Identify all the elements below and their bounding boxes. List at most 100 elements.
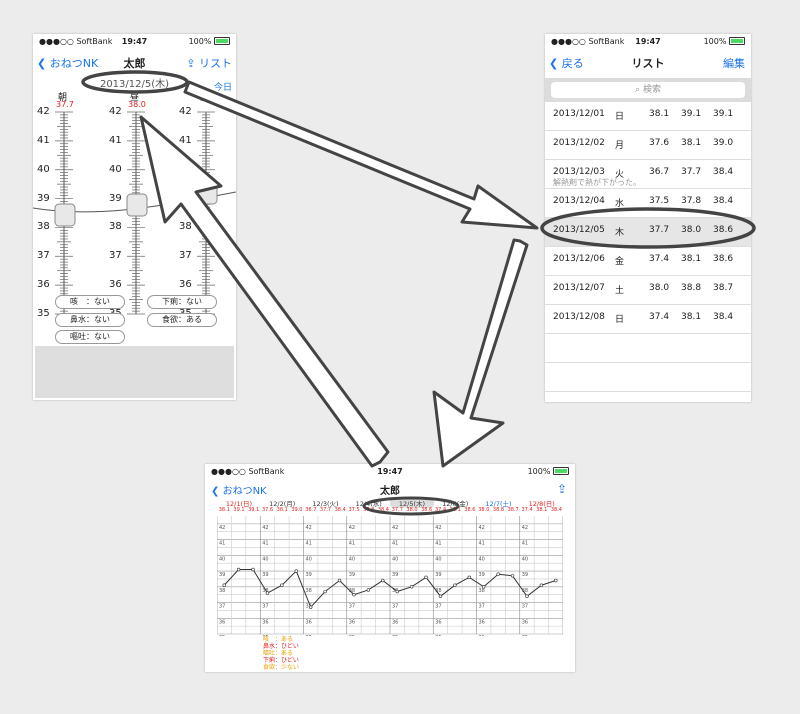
day-values: 37.4 38.1 38.4 <box>520 507 564 513</box>
thermometer-scales[interactable] <box>33 108 236 318</box>
search-icon: ⌕ <box>635 85 641 95</box>
table-row[interactable]: 2013/12/02 月 37.6 38.1 39.0 <box>545 131 751 160</box>
scale-tick-label: 39 <box>109 192 122 204</box>
search-input[interactable]: ⌕ 検索 <box>551 82 745 98</box>
row-d: 39.1 <box>681 109 702 119</box>
scale-tick-label: 42 <box>37 106 50 117</box>
scale-tick-label: 38 <box>37 221 50 233</box>
battery-icon <box>729 37 745 45</box>
grid-tick-label: 39 <box>262 572 268 578</box>
scale-tick-label: 40 <box>37 163 50 175</box>
grid-tick-label: 42 <box>306 525 312 531</box>
list-button[interactable]: ⇪ リスト <box>186 55 232 71</box>
row-m: 37.4 <box>649 312 670 322</box>
grid-tick-label: 41 <box>219 541 225 547</box>
scale-tick-label: 35 <box>37 308 50 319</box>
grid-tick-label: 40 <box>219 556 225 562</box>
row-dow: 土 <box>615 286 625 296</box>
temperature-point <box>453 583 457 587</box>
temperature-point <box>496 572 500 576</box>
date-label[interactable]: 2013/12/5(木) <box>33 75 236 90</box>
share-icon[interactable]: ⇪ <box>557 482 567 496</box>
temperature-point <box>395 589 399 594</box>
table-row[interactable]: 2013/12/05 木 37.7 38.0 38.6 <box>545 218 751 247</box>
grid-tick-label: 38 <box>219 588 225 594</box>
grid-tick-label: 39 <box>219 572 225 578</box>
temperature-chart: 42 41 40 39 38 37 36 35 42 41 40 39 38 37 36 35 42 41 40 39… <box>217 516 563 636</box>
status-bar: ●●●○○ SoftBank 19:47 100% <box>33 34 236 48</box>
empty-row <box>545 392 751 402</box>
day-values: 38.0 38.8 38.7 <box>477 507 521 513</box>
battery-icon <box>214 37 230 45</box>
day-value: 38.1 <box>276 507 288 513</box>
arrow-down-icon <box>432 238 529 468</box>
grid-tick-label: 40 <box>262 556 268 562</box>
scale-tick-label: 38 <box>179 221 192 233</box>
screen-list: ●●●○○ SoftBank 19:47 100% ❮ 戻る リスト 編集 ⌕ … <box>545 34 751 402</box>
grid-tick-label: 37 <box>219 604 225 610</box>
scale-tick-label: 37 <box>109 250 122 262</box>
temperature-point <box>366 588 371 592</box>
share-icon: ⇪ <box>186 57 196 70</box>
edit-button[interactable]: 編集 <box>723 55 745 71</box>
scale-tick-label: 36 <box>109 279 122 291</box>
symptom-vomit[interactable]: 嘔吐：ない <box>55 330 125 344</box>
row-d: 38.1 <box>681 254 702 264</box>
temperature-point <box>222 583 226 587</box>
day-value: 37.8 <box>363 507 375 513</box>
period-night: 夜 <box>199 93 209 103</box>
row-d: 38.8 <box>681 283 702 293</box>
grid-tick-label: 35 <box>219 635 225 636</box>
day-value: 38.6 <box>421 507 433 513</box>
day-values: 38.1 39.1 39.1 <box>217 507 261 513</box>
table-row[interactable]: 2013/12/06 金 37.4 38.1 38.6 <box>545 247 751 276</box>
scale-tick-label: 40 <box>109 163 122 175</box>
grid-tick-label: 37 <box>522 604 528 610</box>
row-n: 38.4 <box>713 167 734 177</box>
day-value: 38.4 <box>334 507 346 513</box>
row-dow: 月 <box>615 141 625 151</box>
row-m: 38.0 <box>649 283 670 293</box>
grid-tick-label: 42 <box>219 525 225 531</box>
row-dow: 日 <box>615 112 625 122</box>
scale-tick-label: 38 <box>109 221 122 233</box>
scale-tick-label: 36 <box>179 279 192 291</box>
table-row[interactable]: 2013/12/03 火 36.7 37.7 38.4 解熱剤で熱が下がった。 <box>545 160 751 189</box>
grid-tick-label: 40 <box>435 556 441 562</box>
grid-tick-label: 39 <box>392 572 398 578</box>
temperature-point <box>265 591 270 595</box>
temperature-point <box>236 567 241 572</box>
day-value: 38.1 <box>218 507 230 513</box>
grid-tick-label: 36 <box>262 619 268 625</box>
day-values: 37.6 38.1 39.0 <box>260 507 304 513</box>
scale-tick-label: 37 <box>37 250 50 262</box>
day-value: 38.8 <box>492 507 505 513</box>
scale-tick-label: 39 <box>179 192 192 204</box>
grid-tick-label: 38 <box>479 588 485 594</box>
temperature-point <box>323 589 327 594</box>
grid-tick-label: 35 <box>392 635 398 636</box>
temperature-point <box>510 574 515 578</box>
today-button[interactable]: 今日 <box>214 80 232 93</box>
table-row[interactable]: 2013/12/01 日 38.1 39.1 39.1 <box>545 102 751 131</box>
symptom-appetite[interactable]: 食欲：ある <box>147 313 217 327</box>
page-title: リスト <box>631 57 665 70</box>
table-row[interactable]: 2013/12/07 土 38.0 38.8 38.7 <box>545 276 751 305</box>
grid-tick-label: 41 <box>392 541 398 547</box>
grid-tick-label: 36 <box>219 619 225 625</box>
empty-row <box>545 363 751 392</box>
search-bar: ⌕ 検索 <box>545 78 751 102</box>
symptom-diarrhea[interactable]: 下痢：ない <box>147 295 217 309</box>
grid-tick-label: 35 <box>435 635 441 636</box>
symptom-nose[interactable]: 鼻水：ない <box>55 313 125 327</box>
table-row[interactable]: 2013/12/08 日 37.4 38.1 38.4 <box>545 305 751 334</box>
symptom-cough[interactable]: 咳 ：ない <box>55 295 125 309</box>
nav-bar: ❮ おねつNK 太郎 ⇪ <box>205 478 575 500</box>
grid-tick-label: 36 <box>522 619 528 625</box>
row-d: 38.0 <box>681 225 702 235</box>
day-value: 38.4 <box>550 507 562 513</box>
nav-bar: ❮ 戻る リスト 編集 <box>545 48 751 78</box>
temperature-point <box>251 567 255 572</box>
table-row[interactable]: 2013/12/04 水 37.5 37.8 38.4 <box>545 189 751 218</box>
arrow-right-icon <box>183 80 539 230</box>
